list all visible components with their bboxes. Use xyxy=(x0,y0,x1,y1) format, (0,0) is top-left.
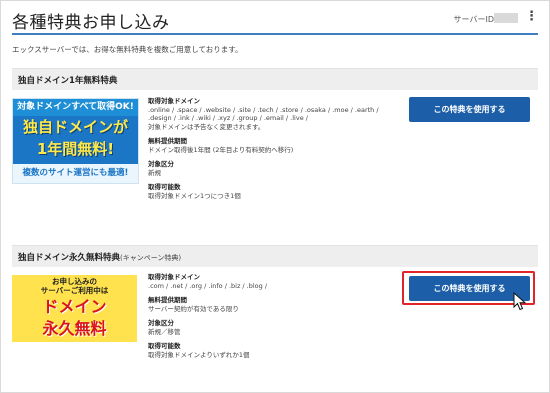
offer1-heading-bar: 独自ドメイン1年無料特典 xyxy=(12,68,538,90)
offer2-banner-top: お申し込みの サーバーご利用中は xyxy=(12,277,137,295)
offer1-banner: 対象ドメインすべて取得OK! 独自ドメインが 1年間無料! 複数のサイト運営にも… xyxy=(12,98,139,184)
offer1-use-button[interactable]: この特典を使用する xyxy=(409,97,530,122)
offer1-category-label: 対象区分 xyxy=(148,160,174,168)
server-id-label: サーバーID xyxy=(453,15,494,24)
offer2-heading-bar: 独自ドメイン永久無料特典(キャンペーン特典) xyxy=(12,245,538,267)
offer1-banner-main: 独自ドメインが 1年間無料! xyxy=(13,116,138,164)
offer2-count-label: 取得可能数 xyxy=(148,342,181,350)
offer2-period: サーバー契約が有効である限り xyxy=(148,304,239,313)
offer2-banner-top2: サーバーご利用中は xyxy=(40,286,109,295)
offer2-category: 新規／移管 xyxy=(148,327,181,336)
offer2-count: 取得対象ドメインよりいずれか1個 xyxy=(148,350,250,359)
offer2-banner-line1: ドメイン xyxy=(42,297,107,316)
offer2-target-label: 取得対象ドメイン xyxy=(148,273,200,281)
offer2-use-button[interactable]: この特典を使用する xyxy=(409,276,530,301)
offer2-category-label: 対象区分 xyxy=(148,319,174,327)
server-id-redacted xyxy=(494,13,518,23)
offer1-category: 新規 xyxy=(148,168,161,177)
offer2-heading: 独自ドメイン永久無料特典 xyxy=(18,253,121,263)
offer1-target-label: 取得対象ドメイン xyxy=(148,97,200,105)
offer2-heading-sub: (キャンペーン特典) xyxy=(120,254,182,262)
title-divider xyxy=(12,33,538,35)
offer1-period-label: 無料提供期間 xyxy=(148,137,187,145)
offer2-banner: お申し込みの サーバーご利用中は ドメイン 永久無料 xyxy=(12,275,137,342)
offer1-banner-line2: 1年間無料! xyxy=(36,140,115,158)
offer1-heading: 独自ドメイン1年無料特典 xyxy=(18,76,118,86)
top-bar: 各種特典お申し込み サーバーID ⋮ xyxy=(12,8,538,33)
offer1-target-domains: .online / .space / .website / .site / .t… xyxy=(148,105,379,123)
intro-text: エックスサーバーでは、お得な無料特典を複数ご用意しております。 xyxy=(12,45,243,54)
offer2-banner-top1: お申し込みの xyxy=(52,277,97,286)
offer2-details: 取得対象ドメイン .com / .net / .org / .info / .b… xyxy=(148,273,398,359)
page-title: 各種特典お申し込み xyxy=(12,13,170,33)
offer2-banner-main: ドメイン 永久無料 xyxy=(12,296,137,340)
offer1-banner-line1: 独自ドメインが xyxy=(22,118,128,136)
offer1-period: ドメイン取得後1年間 (2年目より有料契約へ移行) xyxy=(148,145,294,154)
offer1-banner-bottom: 複数のサイト運営にも最適! xyxy=(13,164,138,183)
offer1-banner-top: 対象ドメインすべて取得OK! xyxy=(13,99,138,116)
offer2-banner-line2: 永久無料 xyxy=(42,319,107,338)
offer1-details: 取得対象ドメイン .online / .space / .website / .… xyxy=(148,97,398,200)
offer1-count-label: 取得可能数 xyxy=(148,183,181,191)
offer2-heading-group: 独自ドメイン永久無料特典(キャンペーン特典) xyxy=(18,251,181,263)
offer2-target-domains: .com / .net / .org / .info / .biz / .blo… xyxy=(148,281,268,290)
offer1-target-note: 対象ドメインは予告なく変更されます。 xyxy=(148,122,265,131)
offer1-count: 取得対象ドメイン1つにつき1個 xyxy=(148,191,241,200)
more-menu-icon[interactable]: ⋮ xyxy=(525,9,538,24)
offer2-period-label: 無料提供期間 xyxy=(148,296,187,304)
mouse-cursor-icon xyxy=(513,292,527,311)
